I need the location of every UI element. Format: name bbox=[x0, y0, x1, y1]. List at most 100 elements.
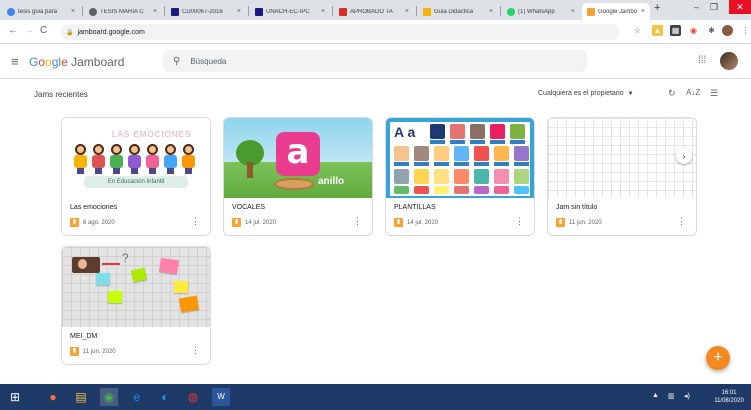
chrome-icon[interactable]: ◉ bbox=[100, 388, 118, 406]
more-options-icon[interactable]: ⋮ bbox=[515, 216, 524, 227]
slides-favicon-icon bbox=[423, 7, 431, 16]
child-illustration bbox=[74, 144, 87, 174]
logo-letter: e bbox=[61, 55, 68, 69]
cell-label bbox=[474, 162, 489, 166]
windows-start-icon[interactable]: ⊞ bbox=[6, 388, 24, 406]
search-input[interactable]: ⚲ Búsqueda bbox=[163, 50, 587, 72]
vowel-word: anillo bbox=[318, 176, 345, 187]
browser-tab-2[interactable]: TESIS MARIA C × bbox=[84, 3, 162, 20]
jamboard-logo[interactable]: Google Jamboard bbox=[29, 55, 124, 69]
cell-label bbox=[454, 162, 469, 166]
close-tab-icon[interactable]: × bbox=[321, 8, 325, 15]
minimize-window-icon[interactable]: – bbox=[694, 2, 699, 12]
browser-tab-6[interactable]: Guia Didactica × bbox=[418, 3, 498, 20]
tab-title: (1) WhatsApp bbox=[518, 8, 555, 15]
browser-tab-5[interactable]: APROBADO TA × bbox=[334, 3, 414, 20]
jam-card-las-emociones[interactable]: LAS EMOCIONES En Educación Infantil Las … bbox=[61, 117, 211, 236]
close-tab-icon[interactable]: × bbox=[489, 8, 493, 15]
sticky-note bbox=[96, 273, 110, 285]
extension-eye-icon[interactable]: ◉ bbox=[688, 25, 699, 36]
jamboard-file-icon: ▮ bbox=[394, 218, 403, 227]
jam-thumbnail: a anillo bbox=[224, 118, 372, 198]
jam-card-mei-dm[interactable]: ? MEI_DM ▮ 11 jun. 2020 ⋮ bbox=[61, 246, 211, 365]
more-options-icon[interactable]: ⋮ bbox=[677, 216, 686, 227]
account-avatar[interactable] bbox=[720, 52, 738, 70]
owner-filter-label: Cualquiera es el propietario bbox=[538, 90, 624, 97]
refresh-icon[interactable]: ↻ bbox=[668, 88, 676, 99]
cell-label bbox=[490, 140, 505, 144]
browser-tab-4[interactable]: UNACH-EC-IPC × bbox=[250, 3, 330, 20]
jam-date-text: 14 jul. 2020 bbox=[245, 219, 277, 226]
extensions-puzzle-icon[interactable]: ✱ bbox=[706, 25, 717, 36]
forward-icon[interactable]: → bbox=[24, 25, 34, 36]
jam-title: Jam sin título bbox=[556, 204, 598, 211]
tab-divider bbox=[248, 6, 249, 16]
edge-icon[interactable]: ◐ bbox=[156, 388, 174, 406]
ring-illustration bbox=[274, 178, 314, 190]
picture-cell bbox=[394, 186, 409, 194]
close-tab-icon[interactable]: × bbox=[153, 8, 157, 15]
close-tab-icon[interactable]: × bbox=[641, 8, 645, 15]
tab-divider bbox=[82, 6, 83, 16]
picture-cell bbox=[494, 186, 509, 194]
file-explorer-icon[interactable]: ▤ bbox=[72, 388, 90, 406]
jam-thumbnail: ? bbox=[62, 247, 210, 327]
recent-jams-heading: Jams recientes bbox=[34, 90, 88, 99]
extension-grid-icon[interactable]: ▦ bbox=[670, 25, 681, 36]
browser-tab-8-active[interactable]: Google Jambo × bbox=[582, 3, 650, 20]
more-options-icon[interactable]: ⋮ bbox=[191, 216, 200, 227]
firefox-icon[interactable]: ● bbox=[44, 388, 62, 406]
app-header: ≡ Google Jamboard ⚲ Búsqueda ⁞⁞⁞ bbox=[0, 45, 751, 79]
tab-title: TESIS MARIA C bbox=[100, 8, 144, 15]
child-illustration bbox=[146, 144, 159, 174]
back-icon[interactable]: ← bbox=[8, 25, 18, 36]
extension-thumb-icon[interactable]: ▲ bbox=[652, 25, 663, 36]
close-tab-icon[interactable]: × bbox=[237, 8, 241, 15]
sticky-note bbox=[178, 295, 200, 313]
jam-card-plantillas[interactable]: A a PLANTILLAS ▮ 14 jul. 2020 ⋮ bbox=[385, 117, 535, 236]
word-icon[interactable]: W bbox=[212, 388, 230, 406]
cell-label bbox=[414, 162, 429, 166]
sticky-note bbox=[130, 267, 148, 283]
close-window-icon[interactable]: ✕ bbox=[729, 0, 751, 14]
browser-menu-icon[interactable]: ⋮ bbox=[740, 25, 751, 36]
close-tab-icon[interactable]: × bbox=[571, 8, 575, 15]
search-icon: ⚲ bbox=[173, 55, 181, 67]
new-jam-button[interactable]: + bbox=[706, 346, 730, 370]
question-mark-doodle: ? bbox=[122, 251, 129, 265]
new-tab-button[interactable]: + bbox=[654, 2, 660, 14]
more-options-icon[interactable]: ⋮ bbox=[353, 216, 362, 227]
browser-tab-1[interactable]: tesis guia para × bbox=[2, 3, 80, 20]
picture-cell bbox=[470, 124, 485, 139]
profile-avatar-icon[interactable] bbox=[722, 25, 733, 36]
reload-icon[interactable]: C bbox=[40, 25, 47, 36]
opera-icon[interactable]: ◍ bbox=[184, 388, 202, 406]
browser-tab-7[interactable]: (1) WhatsApp × bbox=[502, 3, 580, 20]
address-bar[interactable]: 🔒 jamboard.google.com bbox=[60, 24, 620, 40]
internet-explorer-icon[interactable]: e bbox=[128, 388, 146, 406]
cell-label bbox=[514, 162, 529, 166]
close-tab-icon[interactable]: × bbox=[71, 8, 75, 15]
tray-up-arrow-icon[interactable]: ▲ bbox=[652, 392, 659, 399]
browser-tab-3[interactable]: CD00067-2016 × bbox=[166, 3, 246, 20]
main-menu-icon[interactable]: ≡ bbox=[11, 54, 19, 69]
more-options-icon[interactable]: ⋮ bbox=[191, 345, 200, 356]
close-tab-icon[interactable]: × bbox=[405, 8, 409, 15]
owner-filter-dropdown[interactable]: Cualquiera es el propietario ▼ bbox=[538, 90, 634, 97]
tab-divider bbox=[332, 6, 333, 16]
jam-card-jam-sin-titulo[interactable]: › Jam sin título ▮ 11 jun. 2020 ⋮ bbox=[547, 117, 697, 236]
volume-icon[interactable]: ◂) bbox=[684, 392, 690, 400]
next-frame-chevron-icon[interactable]: › bbox=[676, 148, 692, 164]
picture-cell bbox=[494, 169, 509, 184]
picture-cell bbox=[514, 186, 529, 194]
teacher-photo bbox=[72, 257, 100, 273]
taskbar-clock[interactable]: 16:01 11/08/2020 bbox=[708, 389, 750, 405]
sort-az-icon[interactable]: A↓Z bbox=[686, 88, 700, 97]
google-apps-icon[interactable]: ⁞⁞⁞ bbox=[698, 55, 706, 66]
windows-taskbar: ⊞ ● ▤ ◉ e ◐ ◍ W ▲ ▥ ◂) 16:01 11/08/2020 bbox=[0, 384, 751, 410]
bookmark-star-icon[interactable]: ☆ bbox=[632, 25, 643, 36]
list-view-icon[interactable]: ☰ bbox=[710, 88, 718, 99]
jam-card-vocales[interactable]: a anillo VOCALES ▮ 14 jul. 2020 ⋮ bbox=[223, 117, 373, 236]
restore-window-icon[interactable]: ❐ bbox=[710, 2, 718, 13]
network-icon[interactable]: ▥ bbox=[668, 392, 675, 400]
